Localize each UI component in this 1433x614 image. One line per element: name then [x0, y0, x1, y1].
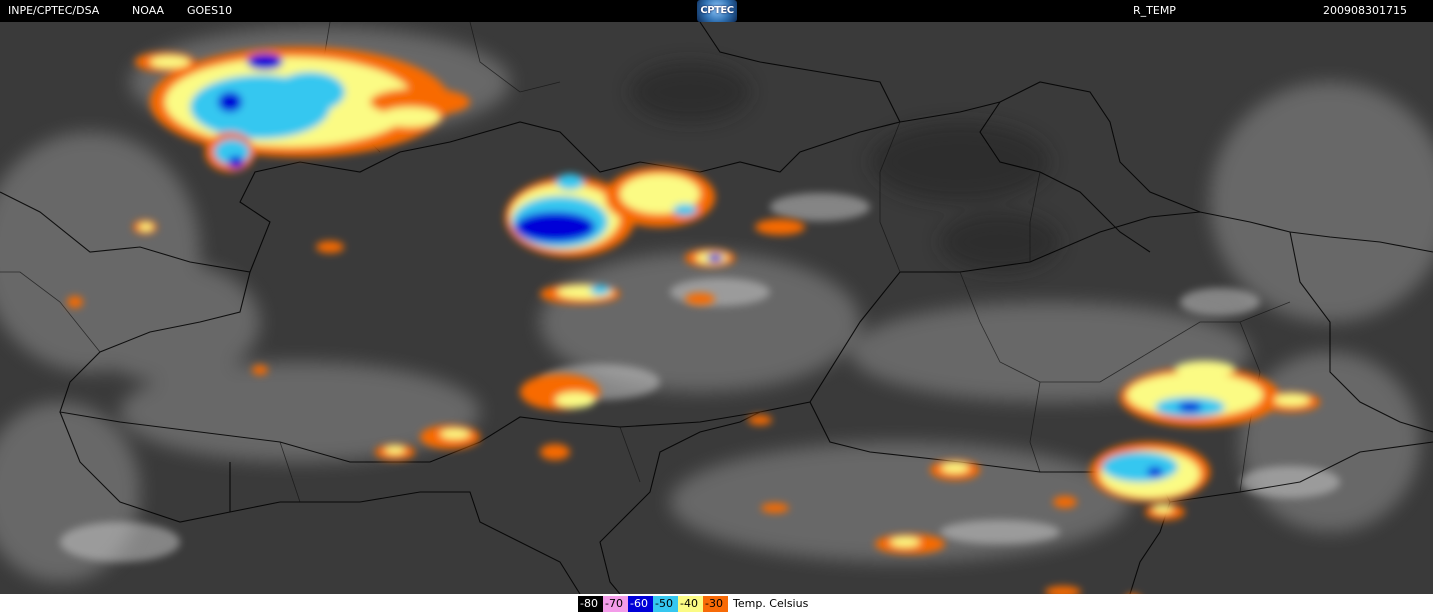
legend-swatch-minus70: -70	[603, 596, 628, 612]
cptec-logo: CPTEC	[697, 0, 737, 22]
legend-unit-label: Temp. Celsius	[733, 597, 809, 610]
timestamp-label: 200908301715	[1323, 4, 1407, 17]
satellite-map	[0, 22, 1433, 594]
agency-label: NOAA	[132, 4, 165, 17]
product-label: R_TEMP	[1133, 4, 1176, 17]
header-bar: INPE/CPTEC/DSA NOAA GOES10 CPTEC R_TEMP …	[0, 0, 1433, 22]
legend-swatch-minus50: -50	[653, 596, 678, 612]
legend-swatch-minus60: -60	[628, 596, 653, 612]
legend-bar: -80 -70 -60 -50 -40 -30 Temp. Celsius	[0, 594, 1433, 614]
satellite-label: GOES10	[187, 4, 233, 17]
legend-swatch-minus80: -80	[578, 596, 603, 612]
legend-swatch-minus30: -30	[703, 596, 728, 612]
source-label: INPE/CPTEC/DSA	[8, 4, 100, 17]
logo-text: CPTEC	[700, 5, 734, 16]
legend-swatch-minus40: -40	[678, 596, 703, 612]
